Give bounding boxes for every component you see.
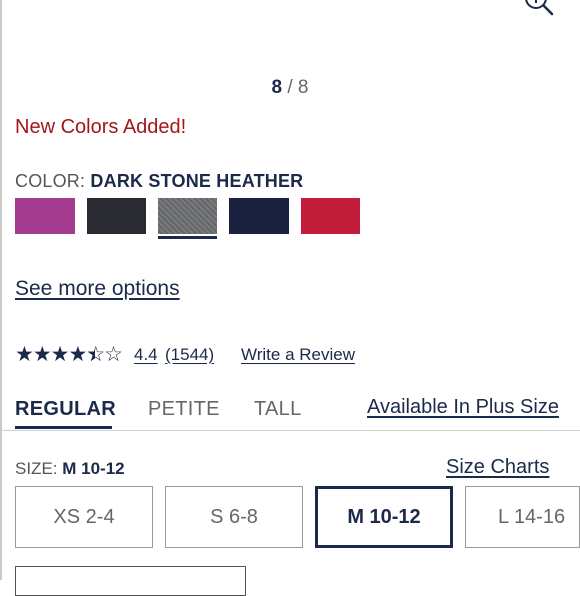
active-tab-indicator: [15, 426, 112, 429]
tab-regular[interactable]: REGULAR: [15, 398, 116, 421]
size-charts-link[interactable]: Size Charts: [446, 456, 549, 479]
pager-current: 8: [271, 77, 283, 98]
filled-stars-icon: ★★★★: [15, 343, 87, 366]
color-selection: COLOR: DARK STONE HEATHER: [15, 171, 303, 192]
size-label: SIZE:: [15, 459, 58, 478]
partial-star-icon: ☆★: [86, 343, 105, 366]
color-swatch-navy[interactable]: [229, 198, 289, 234]
see-more-options-link[interactable]: See more options: [15, 277, 180, 301]
star-rating: ★★★★☆★☆: [15, 343, 123, 366]
color-swatch-magenta[interactable]: [15, 198, 75, 234]
review-count-link[interactable]: (1544): [165, 345, 214, 365]
plus-size-link[interactable]: Available In Plus Size: [367, 396, 559, 419]
color-swatch-red[interactable]: [301, 198, 360, 234]
image-pager: 8 / 8: [0, 77, 580, 99]
tab-petite[interactable]: PETITE: [148, 398, 220, 421]
rating-value-link[interactable]: 4.4: [134, 345, 158, 365]
size-button-m[interactable]: M 10-12: [315, 486, 453, 548]
color-label: COLOR:: [15, 171, 86, 191]
tab-tall[interactable]: TALL: [254, 398, 302, 421]
pager-separator: /: [287, 77, 293, 98]
size-button-s[interactable]: S 6-8: [165, 486, 303, 548]
selected-size-value: M 10-12: [62, 459, 125, 478]
selected-swatch-indicator: [158, 236, 217, 239]
color-swatch-charcoal[interactable]: [87, 198, 146, 234]
pager-total: 8: [297, 77, 309, 98]
empty-star-icon: ☆: [104, 343, 123, 366]
color-swatch-dark-stone-heather[interactable]: [158, 198, 217, 234]
size-button-xs[interactable]: XS 2-4: [15, 486, 153, 548]
zoom-in-icon[interactable]: [522, 0, 556, 22]
selected-color-name: DARK STONE HEATHER: [90, 171, 304, 191]
quantity-box[interactable]: [15, 566, 246, 596]
size-selection: SIZE: M 10-12: [15, 459, 125, 479]
new-colors-promo: New Colors Added!: [15, 116, 187, 138]
size-button-l[interactable]: L 14-16: [465, 486, 580, 548]
write-review-link[interactable]: Write a Review: [241, 345, 355, 365]
tabs-divider: [0, 430, 580, 431]
